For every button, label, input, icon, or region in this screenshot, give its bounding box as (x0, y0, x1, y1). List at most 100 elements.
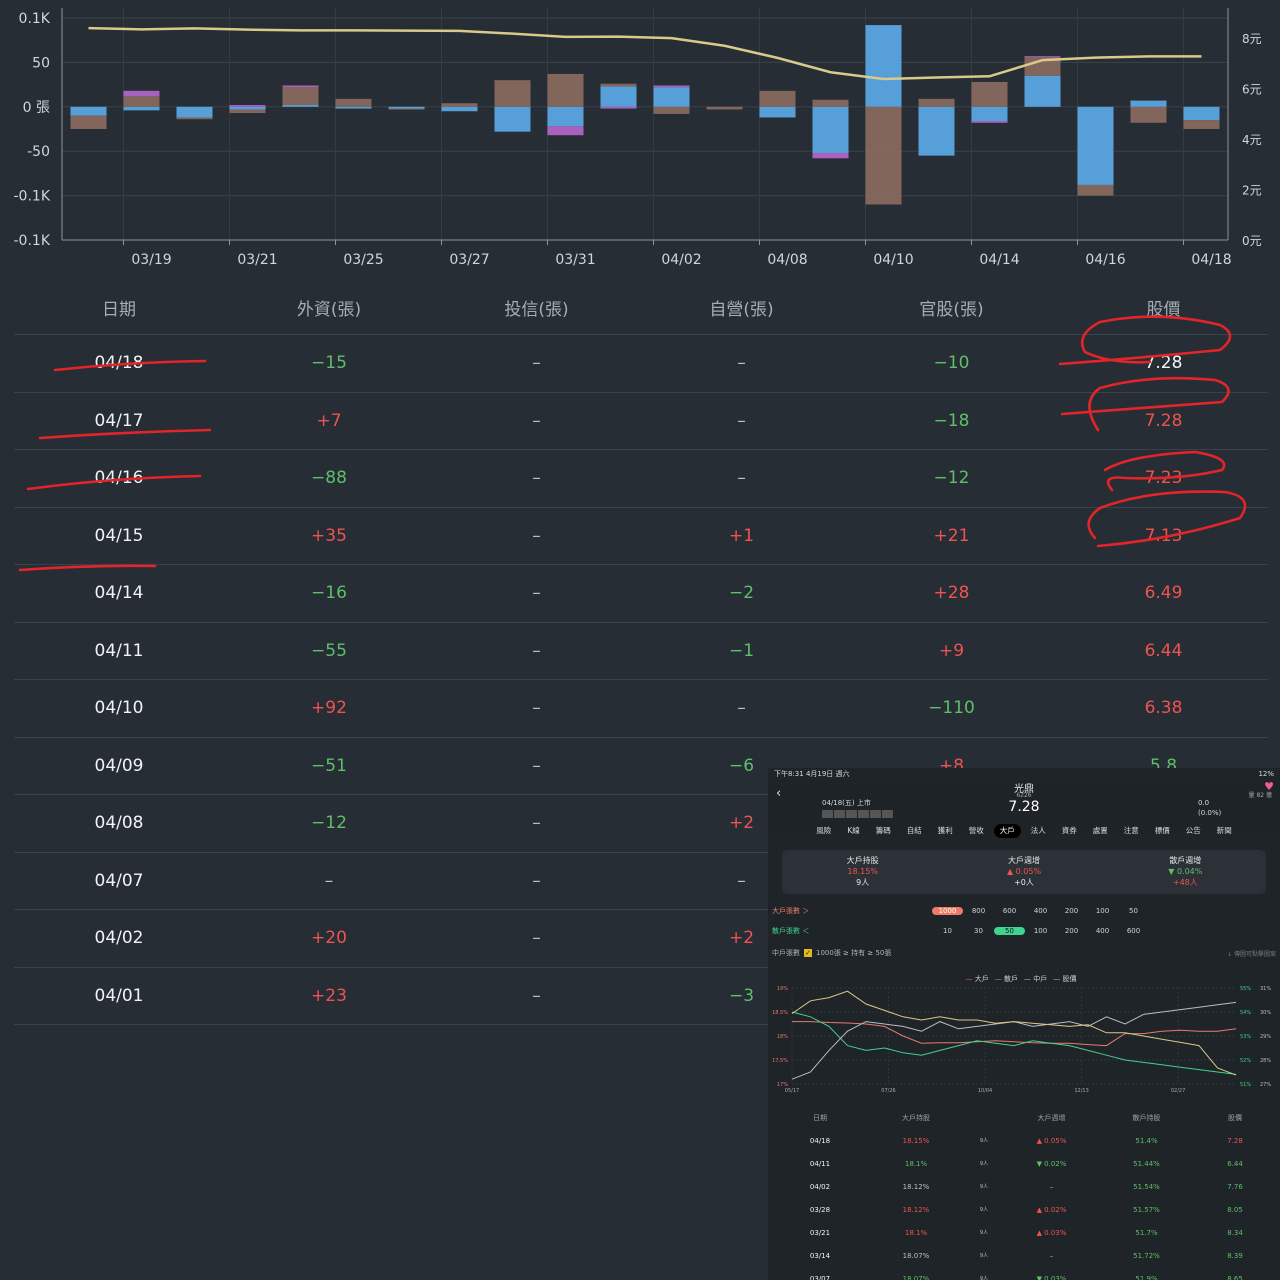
filter-chip[interactable]: 600 (994, 907, 1025, 915)
mid-checkbox[interactable]: ✓ (804, 949, 812, 957)
inset-y-label: 19% (777, 986, 788, 992)
cell-price: 6.44 (1144, 640, 1183, 661)
small-filter: 散戶張數 ＜ 10 30 50 100 200 400 600 (772, 926, 1276, 936)
table-row[interactable]: 04/11 −55 – −1 +9 6.44 (14, 621, 1268, 680)
filter-chip[interactable]: 600 (1118, 927, 1149, 935)
bar-03/31-2 (547, 126, 584, 136)
nav-tab[interactable]: 公告 (1180, 824, 1207, 838)
inset-y3-label: 29% (1260, 1034, 1271, 1040)
bar-03/26-1 (388, 108, 425, 110)
nav-tab[interactable]: 獲利 (932, 824, 959, 838)
inset-x-label: 10/04 (978, 1088, 992, 1094)
nav-tab[interactable]: K線 (841, 824, 865, 838)
cell-price: 6.38 (1144, 698, 1183, 719)
filter-chip[interactable]: 50 (994, 927, 1025, 935)
nav-tab[interactable]: 自結 (901, 824, 928, 838)
price-change-pct: (0.0%) (1198, 809, 1222, 817)
filter-chip[interactable]: 200 (1056, 927, 1087, 935)
inset-y2-label: 51% (1240, 1082, 1251, 1088)
table-row[interactable]: 04/18 −15 – – −10 7.28 (14, 334, 1268, 392)
nav-tab[interactable]: 處置 (1087, 824, 1114, 838)
table-row[interactable]: 04/10 +92 – – −110 6.38 (14, 679, 1268, 737)
bar-04/02-0 (653, 87, 690, 107)
bar-04/08-0 (759, 106, 796, 118)
filter-chip[interactable]: 400 (1087, 927, 1118, 935)
holders-row[interactable]: 03/14 18.07% 9人 – 51.72% 8.39 (772, 1244, 1276, 1267)
filter-chip[interactable]: 1000 (932, 907, 963, 915)
filter-chip[interactable]: 100 (1025, 927, 1056, 935)
bar-03/19-0 (123, 106, 160, 111)
cell-dealer: −2 (728, 583, 755, 604)
cell-date: 04/01 (94, 985, 144, 1006)
holders-row[interactable]: 03/07 18.07% 9人 ▼ 0.03% 51.9% 8.65 (772, 1267, 1276, 1280)
holders-table-header: 日期 大戶持股 大戶週增 散戶持股 股價 (772, 1106, 1276, 1129)
bar-03/18-1 (70, 115, 107, 129)
table-row[interactable]: 04/17 +7 – – −18 7.28 (14, 391, 1268, 450)
cell-date: 04/02 (94, 928, 144, 949)
holders-cell-wk: ▼ 0.02% (1036, 1159, 1067, 1168)
nav-tab[interactable]: 營收 (963, 824, 990, 838)
filter-chip[interactable]: 200 (1056, 907, 1087, 915)
holders-cell-people: 9人 (979, 1230, 989, 1236)
table-row[interactable]: 04/16 −88 – – −12 7.23 (14, 449, 1268, 507)
inset-x-label: 12/13 (1074, 1088, 1088, 1094)
institutional-chart: 0.1K 50 0 張 -50 -0.1K -0.1K 8元 6元 4元 2元 0元 03/19 03/… (14, 8, 1262, 268)
filter-chip[interactable]: 800 (963, 907, 994, 915)
holders-row[interactable]: 04/18 18.15% 9人 ▲ 0.05% 51.4% 7.28 (772, 1129, 1276, 1152)
summary-value: 18.15% (847, 867, 878, 876)
holders-cell-people: 9人 (979, 1207, 989, 1213)
cell-dealer: +1 (728, 525, 755, 546)
inset-y2-label: 54% (1240, 1010, 1251, 1016)
nav-tab[interactable]: 資券 (1056, 824, 1083, 838)
summary-value: ▼ 0.04% (1168, 867, 1203, 876)
holders-row[interactable]: 03/21 18.1% 9人 ▲ 0.03% 51.7% 8.34 (772, 1221, 1276, 1244)
filter-chip[interactable]: 10 (932, 927, 963, 935)
holders-cell-small: 51.72% (1133, 1251, 1160, 1260)
nav-tab[interactable]: 風險 (810, 824, 837, 838)
cell-gov: −12 (933, 468, 970, 489)
bar-04/01-1 (600, 83, 637, 87)
bar-03/25-0 (335, 106, 372, 109)
bar-04/07-1 (706, 106, 743, 110)
x-tick-label: 03/27 (449, 252, 489, 268)
header-dealer: 自營(張) (709, 299, 774, 320)
nav-tab[interactable]: 新聞 (1211, 824, 1238, 838)
filter-chip[interactable]: 400 (1025, 907, 1056, 915)
nav-tab[interactable]: 注意 (1118, 824, 1145, 838)
cell-foreign: −55 (311, 640, 347, 661)
nav-tab[interactable]: 籌碼 (870, 824, 897, 838)
holders-cell-small: 51.4% (1135, 1136, 1158, 1145)
filter-chip[interactable]: 100 (1087, 907, 1118, 915)
bar-03/24-1 (282, 87, 319, 106)
cell-price: 7.23 (1144, 468, 1183, 489)
nav-tab[interactable]: 大戶 (993, 824, 1021, 838)
holders-cell-people: 9人 (979, 1138, 989, 1144)
table-row[interactable]: 04/15 +35 – +1 +21 7.13 (14, 506, 1268, 565)
inset-y-label: 18.5% (772, 1010, 788, 1016)
favorite-heart-icon[interactable]: ♥ (1264, 780, 1274, 793)
y-tick-label: -50 (27, 144, 50, 160)
inset-y3-label: 30% (1260, 1010, 1271, 1016)
x-tick-label: 03/31 (555, 252, 595, 268)
holders-row[interactable]: 04/02 18.12% 9人 – 51.54% 7.76 (772, 1175, 1276, 1198)
big-filter-label: 大戶張數 ＞ (772, 907, 810, 915)
x-tick-label: 04/18 (1191, 252, 1231, 268)
cell-trust: – (532, 410, 541, 431)
table-row[interactable]: 04/14 −16 – −2 +28 6.49 (14, 564, 1268, 622)
filter-chip[interactable]: 30 (963, 927, 994, 935)
holders-cell-big: 18.07% (902, 1251, 930, 1260)
bar-04/10-1 (865, 106, 902, 205)
header-price: 股價 (1146, 299, 1181, 320)
header-foreign: 外資(張) (296, 299, 362, 320)
bar-04/09-2 (812, 152, 849, 159)
x-tick-label: 04/10 (873, 252, 913, 268)
header-gov: 官股(張) (919, 299, 984, 320)
bar-04/15-0 (1024, 75, 1061, 107)
filter-chip[interactable]: 50 (1118, 907, 1149, 915)
nav-tab[interactable]: 法人 (1025, 824, 1052, 838)
nav-tab[interactable]: 標價 (1149, 824, 1176, 838)
holders-row[interactable]: 03/28 18.12% 9人 ▲ 0.02% 51.57% 8.05 (772, 1198, 1276, 1221)
holders-table: 日期 大戶持股 大戶週增 散戶持股 股價 04/18 18.15% 9人 ▲ 0.05… (772, 1106, 1276, 1280)
y2-tick-label: 0元 (1242, 234, 1262, 248)
holders-row[interactable]: 04/11 18.1% 9人 ▼ 0.02% 51.44% 6.44 (772, 1152, 1276, 1175)
